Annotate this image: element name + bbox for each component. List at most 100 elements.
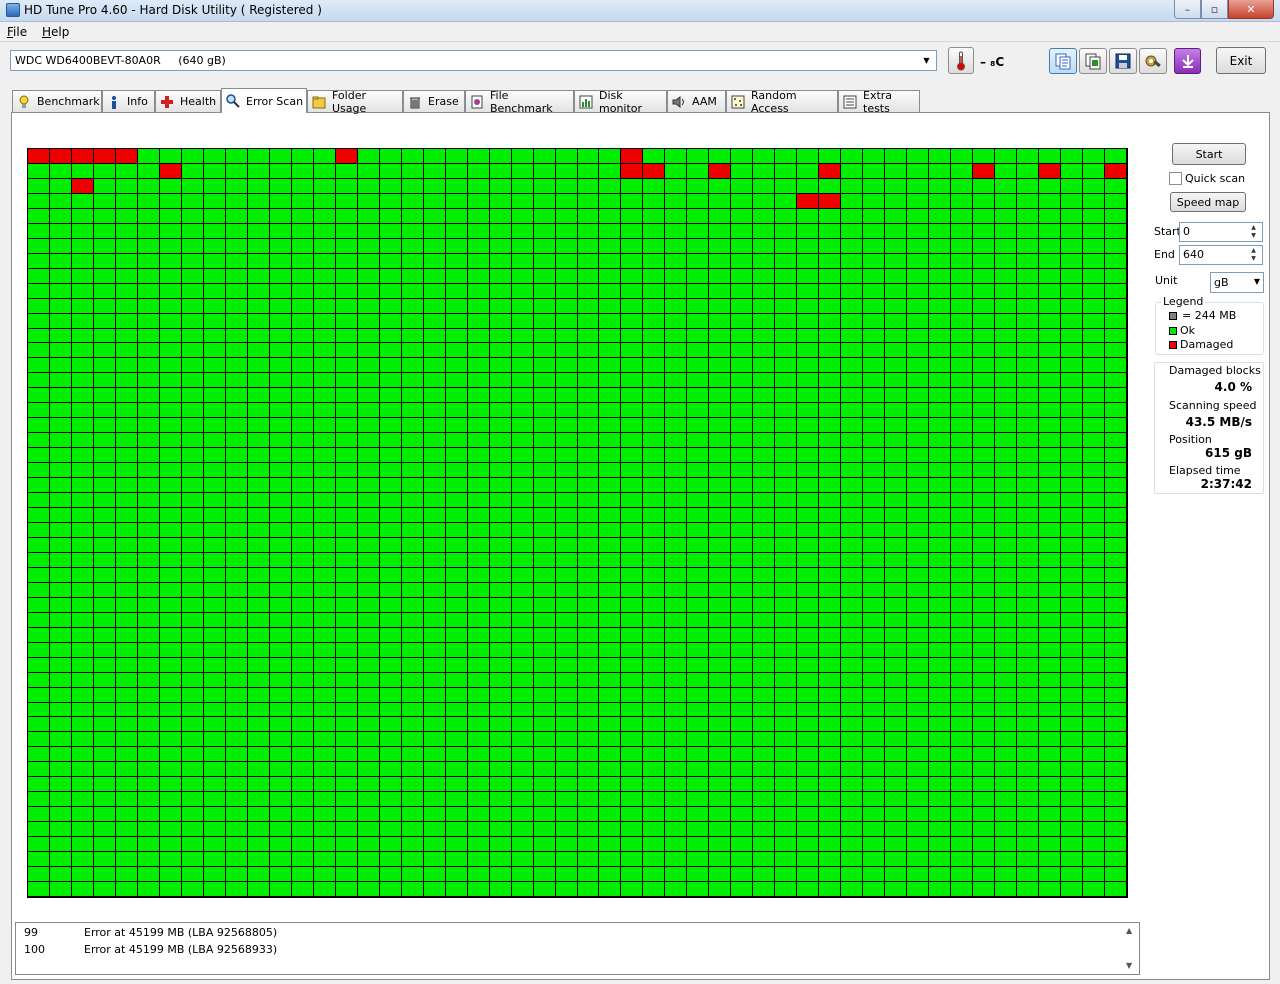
- close-button[interactable]: ✕: [1228, 0, 1274, 19]
- scan-block-ok: [248, 403, 269, 417]
- start-field[interactable]: 0 ▲ ▼: [1179, 222, 1263, 242]
- scan-block-ok: [951, 314, 972, 328]
- scan-block-ok: [709, 658, 730, 672]
- temperature-button[interactable]: [948, 47, 974, 74]
- scan-block-ok: [116, 358, 137, 372]
- scan-block-ok: [951, 433, 972, 447]
- scan-block-ok: [797, 388, 818, 402]
- scan-block-ok: [248, 658, 269, 672]
- scan-block-damaged: [50, 149, 71, 163]
- scan-block-ok: [863, 403, 884, 417]
- scan-block-ok: [995, 149, 1016, 163]
- scan-block-ok: [556, 852, 577, 866]
- scan-block-ok: [797, 852, 818, 866]
- scan-block-ok: [556, 538, 577, 552]
- scan-block-ok: [160, 149, 181, 163]
- scan-block-ok: [731, 493, 752, 507]
- scan-block-ok: [292, 523, 313, 537]
- scan-block-ok: [1083, 703, 1104, 716]
- menu-help[interactable]: Help: [42, 25, 69, 39]
- scan-block-ok: [731, 179, 752, 193]
- scan-block-ok: [1061, 343, 1082, 357]
- scan-block-ok: [468, 478, 489, 492]
- scan-block-ok: [1083, 463, 1104, 477]
- speed-map-button[interactable]: Speed map: [1170, 192, 1246, 212]
- scan-block-ok: [643, 299, 664, 313]
- menu-file[interactable]: File: [7, 25, 27, 39]
- scan-block-ok: [621, 882, 642, 896]
- scan-block-ok: [951, 329, 972, 342]
- quick-scan-checkbox[interactable]: [1169, 172, 1182, 185]
- scan-block-ok: [160, 882, 181, 896]
- tab-folder-usage[interactable]: Folder Usage: [307, 89, 403, 115]
- scan-block-ok: [402, 673, 423, 687]
- scan-block-ok: [665, 598, 686, 612]
- scan-block-ok: [643, 807, 664, 821]
- scan-block-ok: [907, 418, 928, 432]
- scan-block-ok: [929, 358, 950, 372]
- scan-block-ok: [907, 732, 928, 746]
- scan-block-ok: [248, 433, 269, 447]
- end-field[interactable]: 640 ▲ ▼: [1179, 245, 1263, 265]
- scan-block-ok: [797, 717, 818, 731]
- tab-aam[interactable]: AAM: [667, 90, 726, 112]
- scan-block-ok: [665, 209, 686, 223]
- scan-block-ok: [753, 553, 774, 567]
- scan-block-ok: [643, 269, 664, 283]
- tab-random-access[interactable]: Random Access: [726, 89, 838, 115]
- scan-block-ok: [292, 553, 313, 567]
- tab-health[interactable]: Health: [155, 90, 221, 112]
- scan-block-ok: [775, 254, 796, 268]
- scan-block-ok: [578, 508, 598, 522]
- options-button[interactable]: [1139, 48, 1167, 74]
- scan-block-ok: [841, 373, 862, 387]
- tab-error-scan[interactable]: Error Scan: [221, 88, 307, 113]
- scan-block-ok: [358, 583, 379, 597]
- scan-block-ok: [775, 882, 796, 896]
- scan-block-ok: [1039, 299, 1060, 313]
- tab-info[interactable]: Info: [102, 90, 155, 112]
- scan-block-ok: [1083, 209, 1104, 223]
- error-log[interactable]: 99 Error at 45199 MB (LBA 92568805) 100 …: [15, 922, 1140, 975]
- scan-block-ok: [380, 508, 401, 522]
- scan-block-ok: [1061, 478, 1082, 492]
- start-button[interactable]: Start: [1172, 143, 1246, 165]
- scan-block-ok: [468, 777, 489, 791]
- scan-block-ok: [797, 448, 818, 462]
- scan-block-ok: [753, 299, 774, 313]
- end-spinner[interactable]: ▲ ▼: [1246, 247, 1261, 263]
- scan-block-ok: [863, 433, 884, 447]
- drive-select[interactable]: WDC WD6400BEVT-80A0R (640 gB) ▼: [10, 50, 937, 71]
- scan-block-ok: [753, 254, 774, 268]
- scan-block-ok: [1017, 762, 1038, 776]
- scan-block-ok: [468, 747, 489, 761]
- tab-erase[interactable]: Erase: [403, 90, 465, 112]
- scroll-down-icon[interactable]: ▼: [1126, 961, 1132, 970]
- scan-block-ok: [292, 254, 313, 268]
- scan-block-ok: [863, 358, 884, 372]
- tab-extra-tests[interactable]: Extra tests: [838, 89, 920, 115]
- scan-block-ok: [94, 703, 115, 716]
- scan-block-ok: [270, 493, 291, 507]
- start-spinner[interactable]: ▲ ▼: [1246, 224, 1261, 240]
- scroll-up-icon[interactable]: ▲: [1126, 926, 1132, 935]
- save-button[interactable]: [1109, 48, 1137, 74]
- unit-select[interactable]: gB ▼: [1210, 272, 1264, 293]
- log-scrollbar[interactable]: ▲ ▼: [1122, 923, 1139, 974]
- tab-benchmark[interactable]: Benchmark: [12, 90, 102, 112]
- scan-block-ok: [995, 478, 1016, 492]
- scan-block-ok: [687, 373, 708, 387]
- minimize-button[interactable]: –: [1174, 0, 1201, 19]
- copy-image-button[interactable]: [1079, 48, 1107, 74]
- maximize-button[interactable]: ▫: [1201, 0, 1228, 19]
- scan-block-ok: [336, 284, 357, 298]
- scan-block-ok: [204, 403, 225, 417]
- tab-file-benchmark[interactable]: File Benchmark: [465, 89, 574, 115]
- scan-block-ok: [1105, 852, 1126, 866]
- scan-block-ok: [556, 792, 577, 806]
- tab-disk-monitor[interactable]: Disk monitor: [574, 89, 667, 115]
- exit-button[interactable]: Exit: [1216, 47, 1266, 74]
- copy-text-button[interactable]: [1049, 48, 1077, 74]
- scan-block-ok: [28, 209, 49, 223]
- download-button[interactable]: [1174, 48, 1201, 74]
